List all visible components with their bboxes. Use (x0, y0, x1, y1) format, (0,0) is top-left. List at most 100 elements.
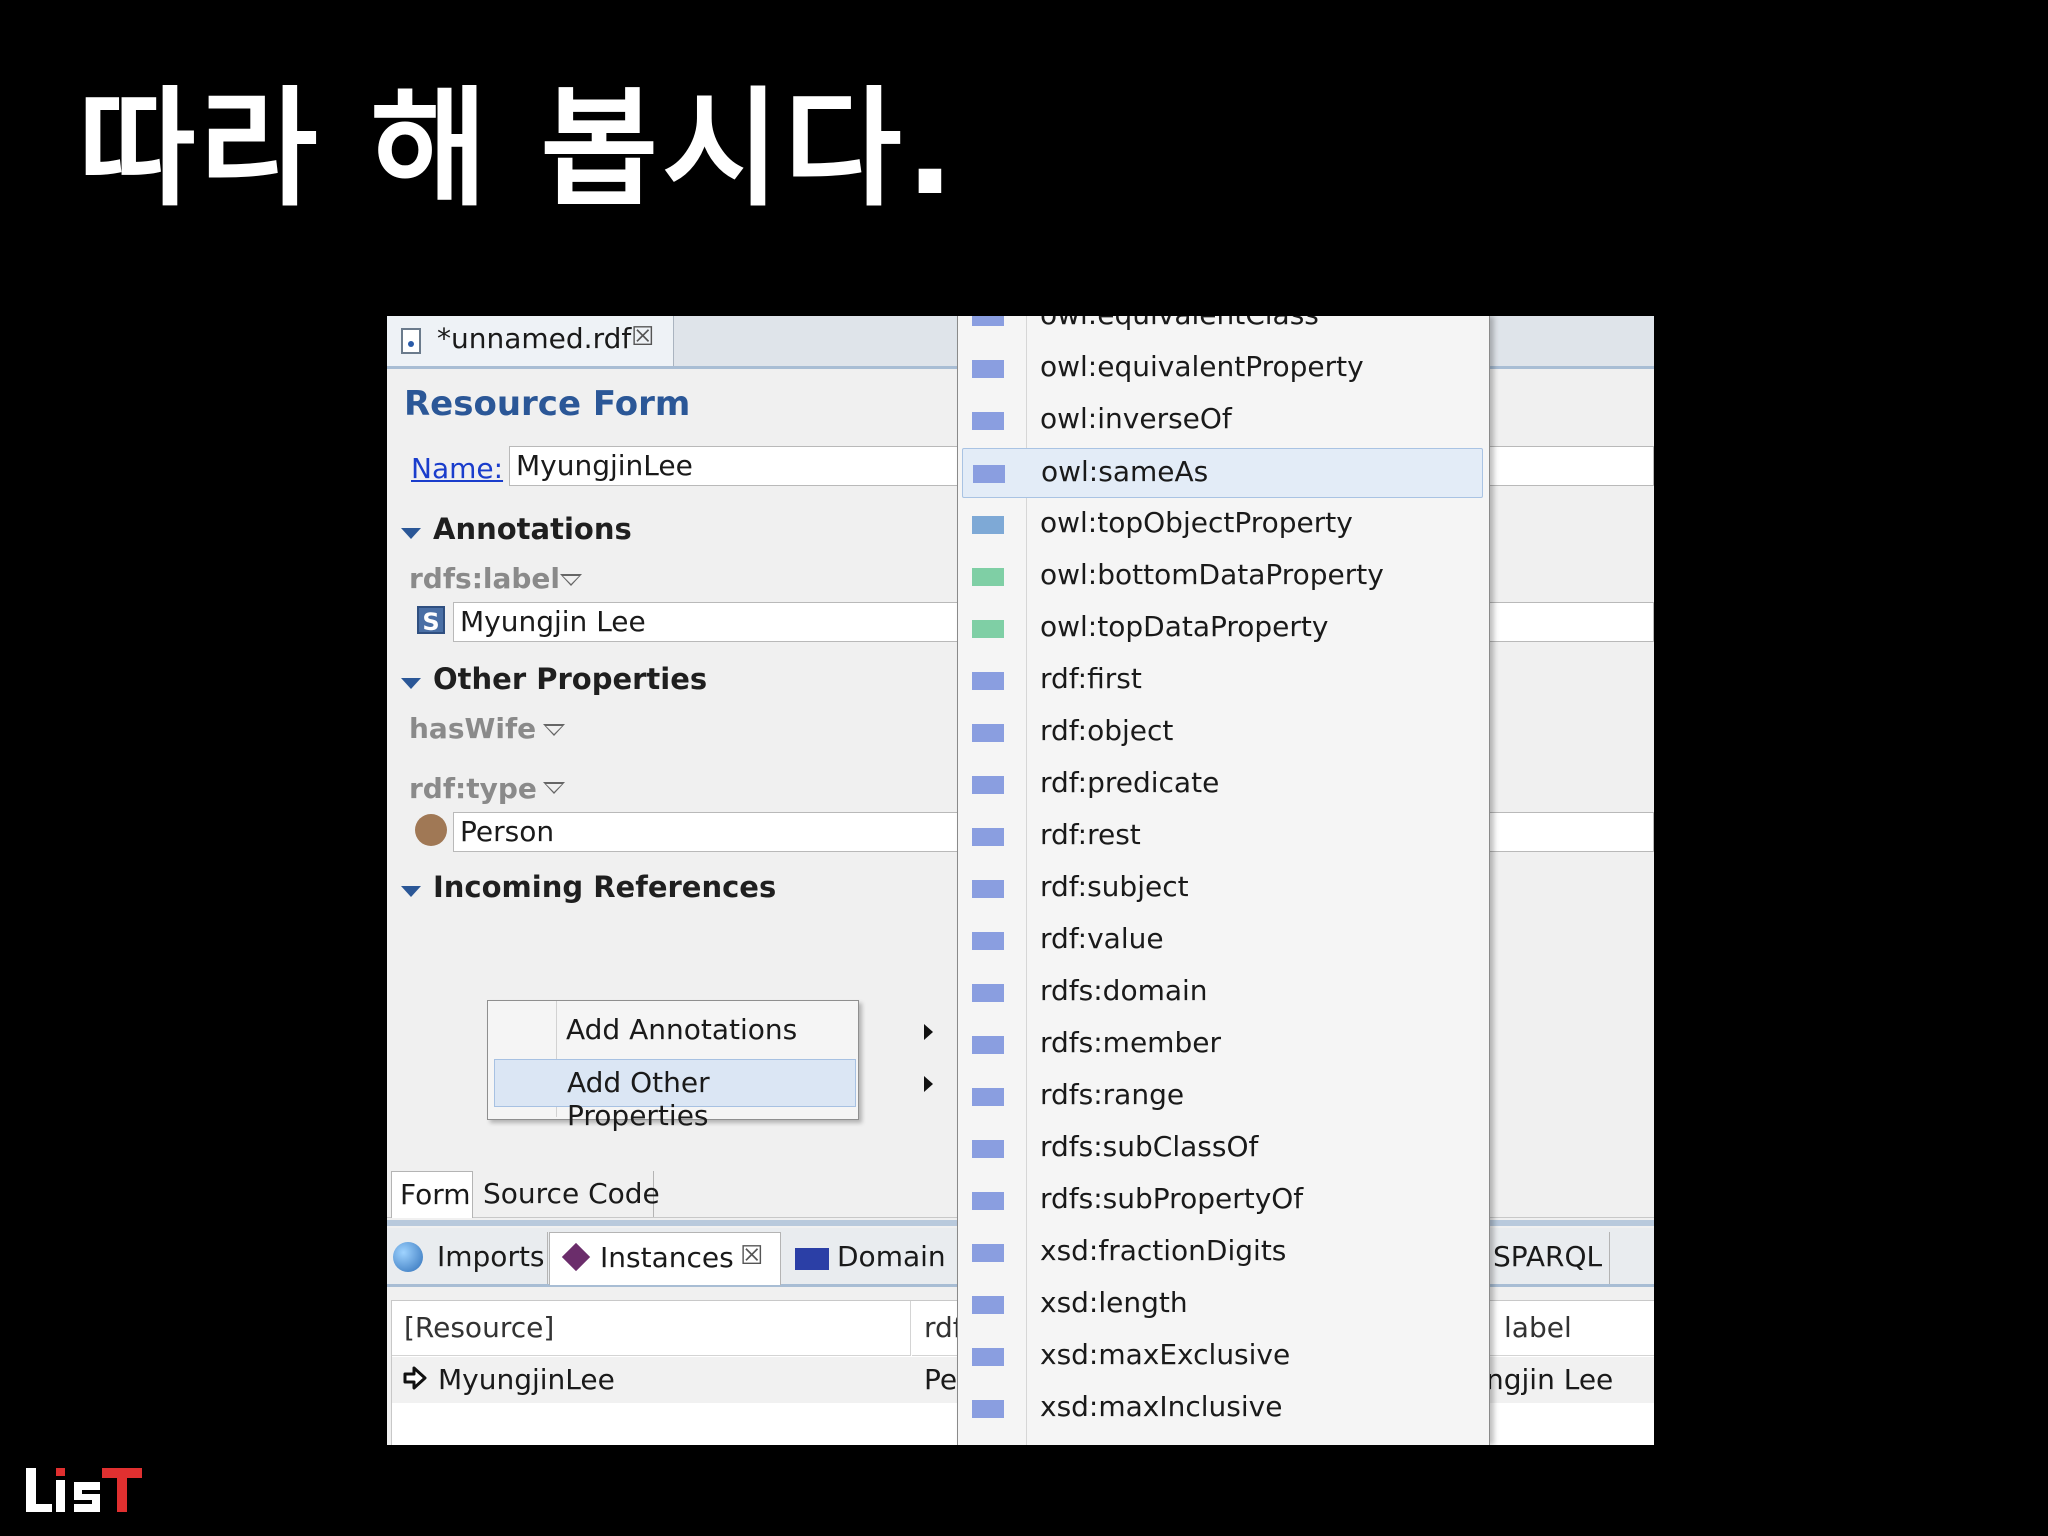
collapse-other-properties-icon[interactable] (401, 678, 421, 689)
property-list-item[interactable]: rdfs:subClassOf (962, 1124, 1483, 1174)
property-list-item[interactable]: xsd:fractionDigits (962, 1228, 1483, 1278)
chevron-down-icon[interactable] (543, 782, 565, 794)
property-list-item[interactable]: rdfs:domain (962, 968, 1483, 1018)
property-list-item-label: rdf:predicate (1040, 766, 1220, 799)
haswife-property: hasWife (409, 712, 537, 745)
property-list-item-label: rdfs:member (1040, 1026, 1221, 1059)
data-property-icon (972, 568, 1004, 586)
property-list-item-label: rdf:subject (1040, 870, 1189, 903)
object-property-icon (972, 1192, 1004, 1210)
tab-label: Source Code (483, 1177, 660, 1210)
column-header-label: [Resource] (404, 1311, 555, 1344)
property-list-item-label: xsd:maxInclusive (1040, 1390, 1283, 1423)
menu-item-add-annotations[interactable]: Add Annotations (494, 1007, 856, 1055)
property-list-item-label: owl:sameAs (1041, 455, 1209, 488)
tab-sparql[interactable]: SPARQL (1489, 1232, 1610, 1284)
property-list-item[interactable]: xsd:maxExclusive (962, 1332, 1483, 1382)
object-property-icon (972, 984, 1004, 1002)
property-list-item[interactable]: rdf:subject (962, 864, 1483, 914)
rdfs-label-property: rdfs:label (409, 562, 561, 595)
object-property-icon (972, 412, 1004, 430)
property-list-item-label: owl:equivalentProperty (1040, 350, 1364, 383)
top-object-property-icon (972, 516, 1004, 534)
column-header-label: label (1504, 1311, 1572, 1344)
column-header-resource[interactable]: [Resource] (392, 1301, 911, 1356)
property-list-item-label: rdfs:domain (1040, 974, 1208, 1007)
tab-label: Instances (600, 1241, 734, 1274)
property-list-item[interactable]: rdf:rest (962, 812, 1483, 862)
incoming-references-section-header[interactable]: Incoming References (433, 870, 776, 904)
object-property-icon (972, 880, 1004, 898)
object-property-icon (972, 1140, 1004, 1158)
object-property-icon (972, 316, 1004, 326)
editor-tab-unnamed-rdf[interactable]: *unnamed.rdf ☒ (387, 316, 674, 366)
property-list-item-label: rdfs:range (1040, 1078, 1185, 1111)
menu-item-add-other-properties[interactable]: Add Other Properties (494, 1059, 856, 1132)
object-property-icon (972, 1400, 1004, 1418)
property-list-item[interactable]: owl:inverseOf (962, 396, 1483, 446)
property-list-item-label: rdf:first (1040, 662, 1142, 695)
property-list-item-label: owl:topObjectProperty (1040, 506, 1353, 539)
property-list-item[interactable]: rdfs:range (962, 1072, 1483, 1122)
other-properties-section-header[interactable]: Other Properties (433, 662, 707, 696)
tab-source-code[interactable]: Source Code (473, 1171, 660, 1217)
tab-instances[interactable]: Instances ☒ (549, 1232, 781, 1285)
property-list-item[interactable]: rdf:object (962, 708, 1483, 758)
submenu-arrow-icon (924, 1024, 933, 1040)
chevron-down-icon[interactable] (543, 724, 565, 736)
property-list-item-label: owl:inverseOf (1040, 402, 1232, 435)
property-list-item[interactable]: owl:bottomDataProperty (962, 552, 1483, 602)
object-property-icon (972, 776, 1004, 794)
property-list-item[interactable]: rdf:value (962, 916, 1483, 966)
data-property-icon (972, 620, 1004, 638)
object-property-icon (972, 1244, 1004, 1262)
property-list-item[interactable]: xsd:length (962, 1280, 1483, 1330)
close-icon[interactable]: ☒ (631, 322, 654, 352)
property-list-item[interactable]: owl:equivalentClass (962, 316, 1483, 342)
form-title: Resource Form (404, 384, 691, 424)
tab-form[interactable]: Form (391, 1171, 473, 1218)
annotations-section-header[interactable]: Annotations (433, 512, 632, 546)
rdf-file-icon (401, 328, 421, 354)
cell-resource: MyungjinLee (438, 1363, 615, 1396)
property-list-item-label: owl:bottomDataProperty (1040, 558, 1384, 591)
property-list-item[interactable]: owl:topDataProperty (962, 604, 1483, 654)
property-list-item[interactable]: owl:equivalentProperty (962, 344, 1483, 394)
collapse-annotations-icon[interactable] (401, 528, 421, 539)
property-list-item[interactable]: rdf:predicate (962, 760, 1483, 810)
property-list-item-label: owl:equivalentClass (1040, 316, 1319, 331)
property-list-item[interactable]: owl:sameAs (962, 448, 1483, 498)
object-property-icon (973, 465, 1005, 483)
object-property-icon (972, 932, 1004, 950)
globe-icon (393, 1242, 423, 1272)
property-list-item-label: rdf:object (1040, 714, 1174, 747)
name-link[interactable]: Name: (411, 452, 503, 485)
tab-imports[interactable]: Imports (387, 1232, 548, 1284)
close-icon[interactable]: ☒ (740, 1241, 763, 1271)
property-list-item[interactable]: rdf:first (962, 656, 1483, 706)
context-menu: Add Annotations Add Other Properties (487, 1000, 933, 1132)
property-list-item-label: rdf:value (1040, 922, 1164, 955)
list-logo (26, 1468, 142, 1512)
cell-rdfs-label: ngjin Lee (1486, 1363, 1614, 1396)
menu-item-label: Add Other Properties (567, 1066, 710, 1132)
property-list-item[interactable]: rdfs:member (962, 1020, 1483, 1070)
tab-label: Domain (837, 1240, 946, 1273)
object-property-icon (972, 828, 1004, 846)
property-list-item[interactable]: owl:topObjectProperty (962, 500, 1483, 550)
tab-label: SPARQL (1493, 1240, 1603, 1273)
menu-item-label: Add Annotations (566, 1013, 798, 1046)
chevron-down-icon[interactable] (560, 574, 582, 586)
property-list-item-label: rdfs:subClassOf (1040, 1130, 1259, 1163)
instance-icon (561, 1242, 591, 1272)
property-dropdown-list[interactable]: owl:equivalentClass owl:equivalentPropert… (957, 316, 1490, 1445)
collapse-incoming-icon[interactable] (401, 886, 421, 897)
object-property-icon (972, 1036, 1004, 1054)
property-list-item-label: rdfs:subPropertyOf (1040, 1182, 1304, 1215)
object-property-icon (972, 1088, 1004, 1106)
tab-label: Form (400, 1178, 471, 1211)
property-list-item[interactable]: xsd:maxInclusive (962, 1384, 1483, 1434)
tab-domain[interactable]: Domain (781, 1232, 962, 1284)
object-property-icon (972, 360, 1004, 378)
property-list-item[interactable]: rdfs:subPropertyOf (962, 1176, 1483, 1226)
